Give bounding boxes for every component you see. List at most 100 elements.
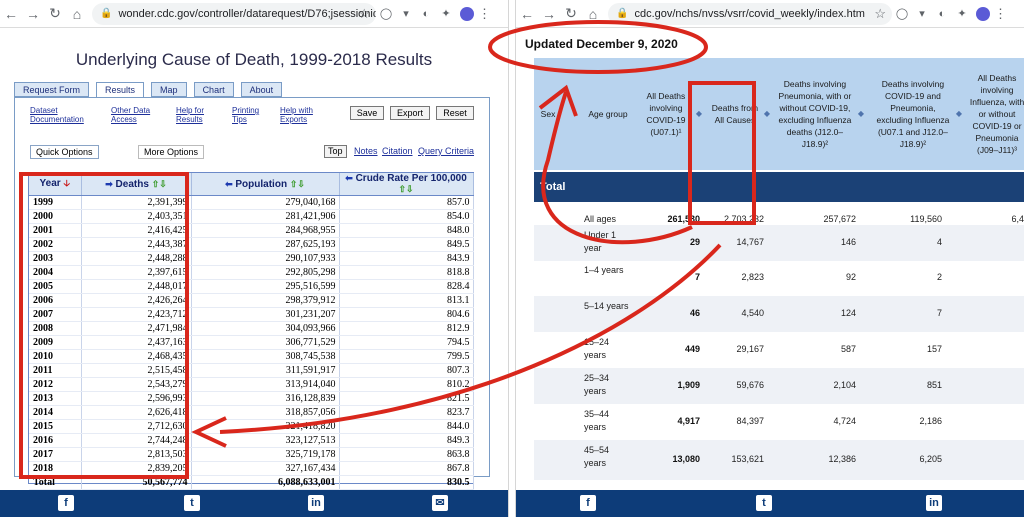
home-icon[interactable]: ⌂ (582, 3, 604, 25)
twitter-icon[interactable]: t (756, 495, 772, 511)
tab-about[interactable]: About (240, 82, 283, 97)
covid-pneumonia-column-header[interactable]: Deaths involving COVID-19 and Pneumonia,… (872, 58, 962, 170)
year-cell: 2007 (29, 307, 82, 322)
table-row: 2017 2,813,503 325,719,178 863.8 (29, 447, 474, 462)
profile-avatar[interactable] (460, 6, 474, 21)
forward-icon[interactable]: → (538, 3, 560, 25)
deaths-cell: 2,839,205 (81, 461, 192, 476)
citation-link[interactable]: Citation (382, 146, 413, 156)
lock-icon: 🔒 (616, 8, 629, 19)
year-cell: 2000 (29, 209, 82, 224)
address-bar[interactable]: 🔒 cdc.gov/nchs/nvss/vsrr/covid_weekly/in… (608, 2, 892, 25)
sort-icon[interactable]: ◆ (956, 108, 962, 120)
notes-link[interactable]: Notes (354, 146, 378, 156)
table-row: 2018 2,839,205 327,167,434 867.8 (29, 461, 474, 476)
covid-pneumonia-header-label: Deaths involving COVID-19 and Pneumonia,… (876, 79, 950, 149)
year-cell: 2017 (29, 447, 82, 462)
left-toolbar: ← → ↻ ⌂ 🔒 wonder.cdc.gov/controller/data… (0, 0, 508, 28)
more-options-tab[interactable]: More Options (138, 145, 205, 159)
population-cell: 301,231,207 (191, 307, 340, 322)
linkedin-icon[interactable]: in (926, 495, 942, 511)
crude-rate-cell: 794.5 (339, 335, 474, 350)
sort-down-icon[interactable]: 🡣 (63, 178, 69, 188)
back-icon[interactable]: ← (0, 3, 22, 25)
crude-rate-column-header[interactable]: ⬅ Crude Rate Per 100,000 ⇧⇩ (339, 173, 474, 196)
facebook-icon[interactable]: f (580, 495, 596, 511)
population-column-header[interactable]: ⬅ Population ⇧⇩ (191, 173, 340, 196)
linkedin-icon[interactable]: in (308, 495, 324, 511)
year-cell: 2008 (29, 321, 82, 336)
home-icon[interactable]: ⌂ (66, 3, 88, 25)
move-arrow-icon[interactable]: ⬅ (225, 179, 233, 189)
more-menu-icon[interactable]: ⋮ (994, 6, 1007, 22)
extension-icon-2[interactable]: ◐ (416, 4, 436, 24)
sort-icon[interactable]: ◆ (696, 108, 702, 120)
population-cell: 313,914,040 (191, 377, 340, 392)
profile-avatar[interactable] (976, 6, 990, 21)
sort-icon[interactable]: ◆ (764, 108, 770, 120)
sort-up-down-icon[interactable]: ⇧⇩ (152, 179, 167, 189)
table-row: 2004 2,397,615 292,805,298 818.8 (29, 265, 474, 280)
covid-deaths-column-header[interactable]: All Deaths involving COVID-19 (U07.1)¹ ◆ (638, 58, 702, 170)
crude-rate-cell: 849.3 (339, 433, 474, 448)
pneumonia-column-header[interactable]: Deaths involving Pneumonia, with or with… (774, 58, 864, 170)
back-icon[interactable]: ← (516, 3, 538, 25)
printing-tips-link[interactable]: Printing Tips (232, 106, 272, 124)
crude-rate-cell: 848.0 (339, 223, 474, 238)
reload-icon[interactable]: ↻ (560, 3, 582, 25)
save-button[interactable]: Save (350, 106, 384, 120)
top-button[interactable]: Top (324, 145, 347, 158)
help-for-results-link[interactable]: Help for Results (176, 106, 216, 124)
cp-cell: 7 (936, 308, 942, 318)
help-links-row: Dataset Documentation Other Data Access … (30, 106, 490, 130)
year-cell: 2016 (29, 433, 82, 448)
twitter-icon[interactable]: t (184, 495, 200, 511)
crude-rate-cell: 828.4 (339, 279, 474, 294)
extension-menu-icon[interactable]: ▾ (912, 4, 932, 24)
facebook-icon[interactable]: f (58, 495, 74, 511)
age-group-column-header[interactable]: Age group (578, 58, 638, 170)
extension-icon-1[interactable]: ◯ (892, 4, 912, 24)
crude-rate-header-label: Crude Rate Per 100,000 (355, 173, 467, 184)
move-arrow-icon[interactable]: ➡ (105, 179, 113, 189)
deaths-column-header[interactable]: ➡ Deaths ⇧⇩ (81, 173, 192, 196)
sort-up-down-icon[interactable]: ⇧⇩ (290, 179, 305, 189)
quick-options-tab[interactable]: Quick Options (30, 145, 99, 159)
bookmark-star-icon[interactable]: ☆ (874, 6, 886, 22)
population-cell: 279,040,168 (191, 195, 340, 210)
updated-date: Updated December 9, 2020 (525, 37, 678, 51)
year-cell: 2006 (29, 293, 82, 308)
sort-up-down-icon[interactable]: ⇧⇩ (398, 184, 413, 194)
export-button[interactable]: Export (390, 106, 430, 120)
all-causes-column-header[interactable]: Deaths from All Causes ◆ (708, 58, 770, 170)
extension-menu-icon[interactable]: ▾ (396, 4, 416, 24)
other-data-access-link[interactable]: Other Data Access (111, 106, 161, 124)
deaths-cell: 2,468,435 (81, 349, 192, 364)
extension-icon-2[interactable]: ◐ (932, 4, 952, 24)
tab-chart[interactable]: Chart (193, 82, 234, 97)
year-column-header[interactable]: Year 🡣 (29, 173, 82, 196)
move-arrow-icon[interactable]: ⬅ (345, 173, 353, 183)
tab-results[interactable]: Results (96, 82, 145, 98)
forward-icon[interactable]: → (22, 3, 44, 25)
age-cell: 25–34 years (584, 373, 610, 396)
sort-icon[interactable]: ◆ (858, 108, 864, 120)
help-with-exports-link[interactable]: Help with Exports (280, 106, 324, 124)
address-bar[interactable]: 🔒 wonder.cdc.gov/controller/datarequest/… (92, 2, 376, 25)
puzzle-icon[interactable]: ✦ (952, 4, 972, 24)
influenza-column-header[interactable]: All Deaths involving Influenza, with or … (966, 58, 1024, 170)
tab-map[interactable]: Map (151, 82, 187, 97)
bookmark-star-icon[interactable]: ☆ (358, 6, 370, 22)
extension-icon-1[interactable]: ◯ (376, 4, 396, 24)
query-criteria-link[interactable]: Query Criteria (418, 146, 474, 156)
table-row: 2016 2,744,248 323,127,513 849.3 (29, 433, 474, 448)
cp-cell: 4 (936, 237, 942, 247)
reset-button[interactable]: Reset (436, 106, 474, 120)
mail-icon[interactable]: ✉ (432, 495, 448, 511)
more-menu-icon[interactable]: ⋮ (478, 6, 491, 22)
tab-request-form[interactable]: Request Form (14, 82, 90, 97)
sex-column-header[interactable]: Sex (534, 58, 562, 170)
puzzle-icon[interactable]: ✦ (436, 4, 456, 24)
reload-icon[interactable]: ↻ (44, 3, 66, 25)
dataset-documentation-link[interactable]: Dataset Documentation (30, 106, 96, 124)
